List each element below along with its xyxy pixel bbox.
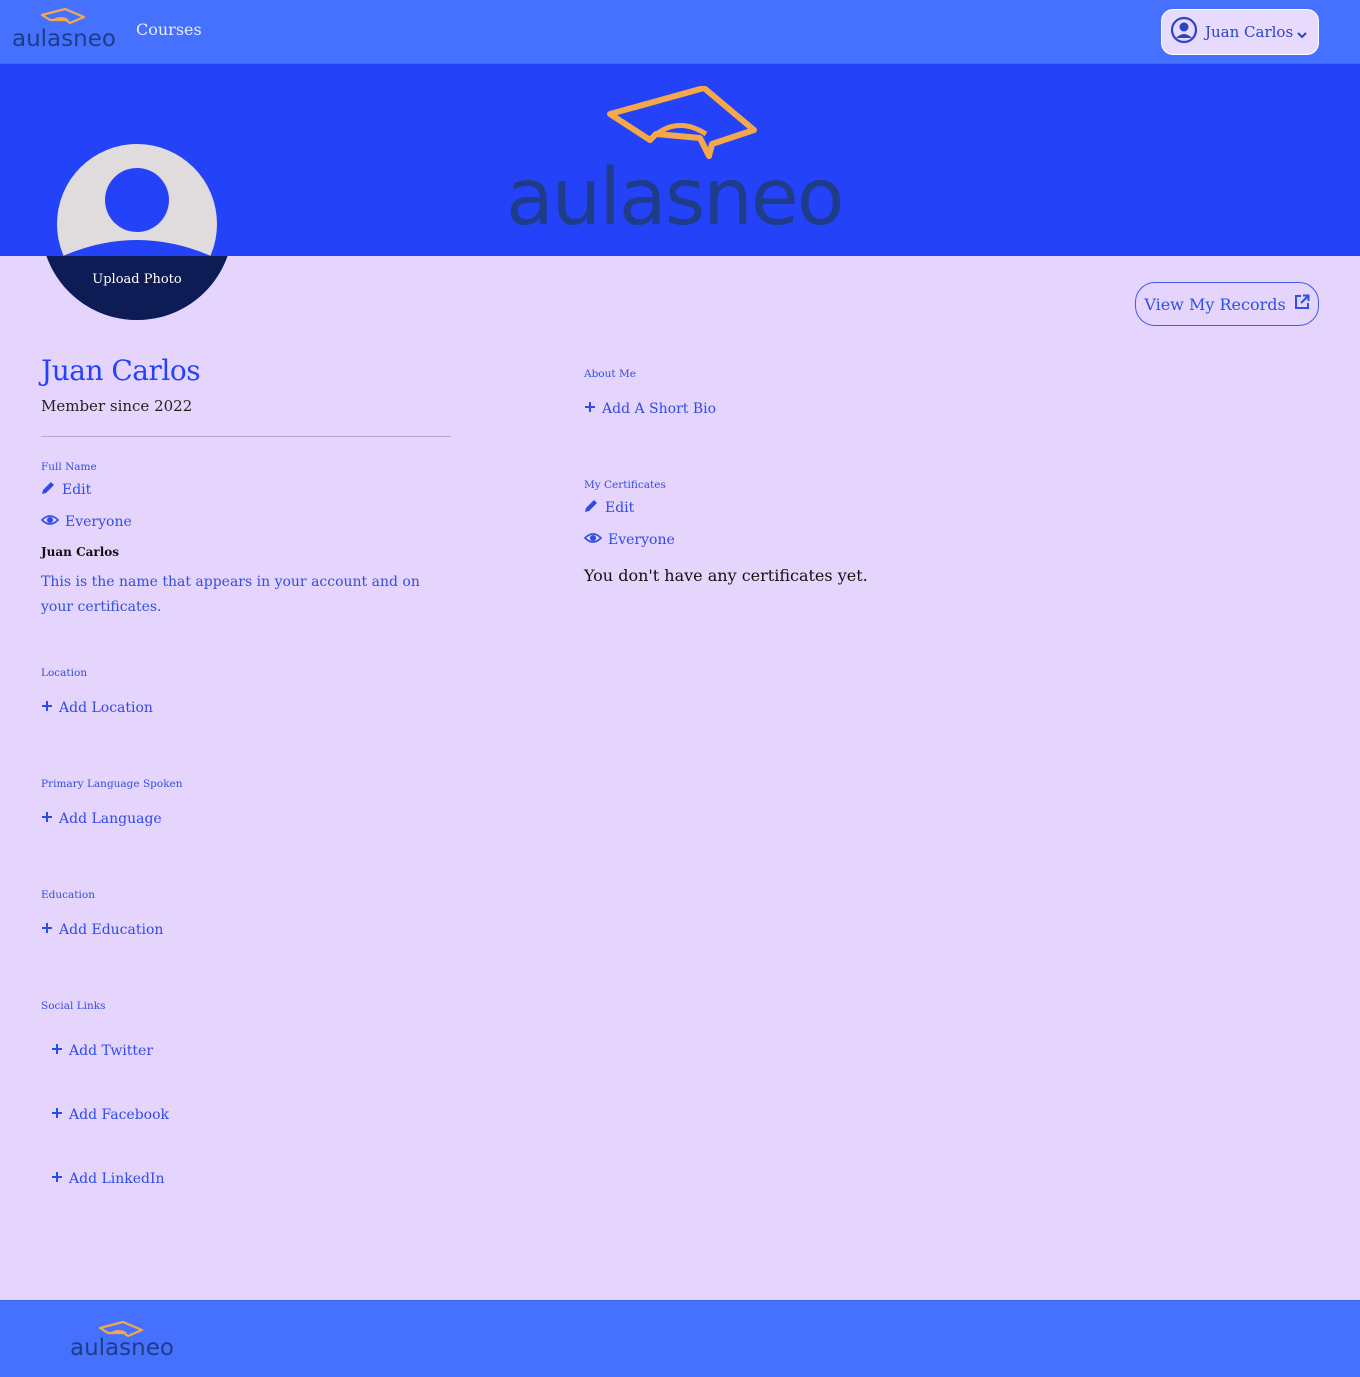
top-nav: aulasneo Courses Juan Carlos <box>0 0 1360 64</box>
add-linkedin-label: Add LinkedIn <box>69 1171 165 1187</box>
external-link-icon <box>1294 294 1310 314</box>
svg-text:aulasneo: aulasneo <box>506 153 843 231</box>
add-facebook-button[interactable]: Add Facebook <box>51 1107 169 1123</box>
add-linkedin-button[interactable]: Add LinkedIn <box>51 1171 165 1187</box>
svg-text:aulasneo: aulasneo <box>70 1335 174 1361</box>
visibility-label: Everyone <box>65 514 132 530</box>
social-links-label: Social Links <box>41 1000 106 1012</box>
full-name-visibility-button[interactable]: Everyone <box>40 514 132 530</box>
add-education-label: Add Education <box>59 922 164 938</box>
add-facebook-label: Add Facebook <box>69 1107 170 1123</box>
plus-icon <box>51 1107 63 1123</box>
user-name: Juan Carlos <box>1205 23 1294 41</box>
visibility-label: Everyone <box>608 532 675 548</box>
location-label: Location <box>41 667 88 679</box>
aulasneo-banner-logo: aulasneo <box>506 85 856 243</box>
plus-icon <box>41 700 53 716</box>
about-me-label: About Me <box>584 368 636 380</box>
aulasneo-footer-logo[interactable]: aulasneo <box>70 1319 174 1367</box>
courses-link[interactable]: Courses <box>136 20 202 39</box>
full-name-label: Full Name <box>41 461 97 473</box>
language-label: Primary Language Spoken <box>41 778 183 790</box>
profile-name-heading: Juan Carlos <box>41 354 201 387</box>
user-circle-icon <box>1170 16 1198 48</box>
eye-icon <box>40 514 60 530</box>
upload-photo-button[interactable]: Upload Photo <box>41 272 233 287</box>
certificates-edit-button[interactable]: Edit <box>584 498 634 517</box>
edit-label: Edit <box>605 499 635 516</box>
education-label: Education <box>41 889 95 901</box>
footer: aulasneo <box>0 1300 1360 1377</box>
add-bio-button[interactable]: Add A Short Bio <box>584 401 716 417</box>
edit-label: Edit <box>62 481 92 498</box>
add-education-button[interactable]: Add Education <box>41 922 163 938</box>
user-menu-button[interactable]: Juan Carlos <box>1161 9 1319 55</box>
upload-photo-overlay <box>41 256 233 320</box>
add-language-label: Add Language <box>59 811 162 827</box>
add-twitter-label: Add Twitter <box>69 1043 154 1059</box>
plus-icon <box>51 1043 63 1059</box>
full-name-helper-text: This is the name that appears in your ac… <box>41 574 420 615</box>
add-language-button[interactable]: Add Language <box>41 811 162 827</box>
no-certificates-text: You don't have any certificates yet. <box>584 566 868 585</box>
profile-avatar[interactable]: Upload Photo <box>41 128 233 320</box>
profile-divider <box>41 436 451 437</box>
chevron-down-icon <box>1297 24 1307 43</box>
certificates-visibility-button[interactable]: Everyone <box>583 532 675 548</box>
plus-icon <box>51 1171 63 1187</box>
svg-text:aulasneo: aulasneo <box>12 26 116 50</box>
add-bio-label: Add A Short Bio <box>602 401 717 417</box>
my-certificates-label: My Certificates <box>584 479 666 491</box>
aulasneo-logo[interactable]: aulasneo <box>12 6 116 54</box>
eye-icon <box>583 532 603 548</box>
add-location-button[interactable]: Add Location <box>41 700 153 716</box>
view-my-records-button[interactable]: View My Records <box>1135 282 1319 326</box>
plus-icon <box>584 401 596 417</box>
plus-icon <box>41 922 53 938</box>
full-name-edit-button[interactable]: Edit <box>41 480 91 499</box>
add-twitter-button[interactable]: Add Twitter <box>51 1043 153 1059</box>
view-records-label: View My Records <box>1144 294 1286 314</box>
plus-icon <box>41 811 53 827</box>
member-since-text: Member since 2022 <box>41 397 193 415</box>
pencil-icon <box>41 480 56 499</box>
full-name-value: Juan Carlos <box>41 545 120 559</box>
pencil-icon <box>584 498 599 517</box>
add-location-label: Add Location <box>59 700 153 716</box>
